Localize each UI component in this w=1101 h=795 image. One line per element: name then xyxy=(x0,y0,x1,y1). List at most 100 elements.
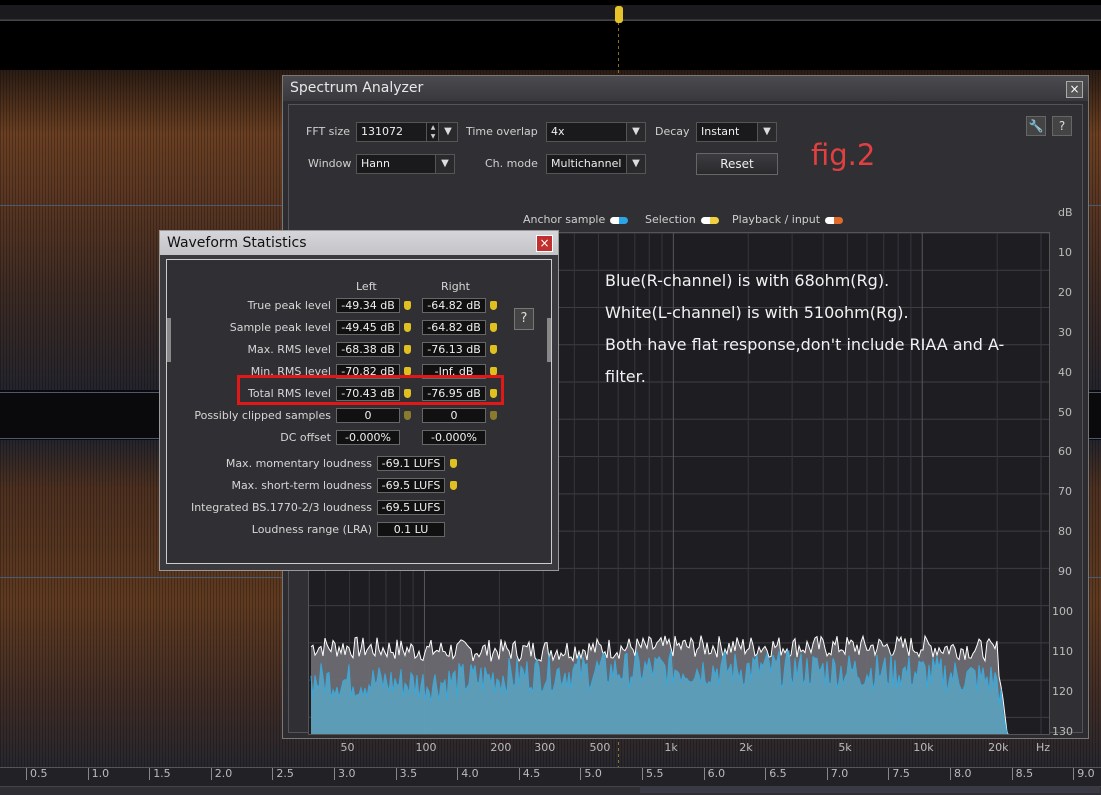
x-tick-label: 100 xyxy=(415,741,437,754)
marker-icon[interactable] xyxy=(490,411,497,420)
x-tick-label: 5k xyxy=(838,741,852,754)
y-tick-label: 120 xyxy=(1052,684,1073,698)
playhead-handle[interactable] xyxy=(615,6,623,23)
x-tick-label: 20k xyxy=(988,741,1009,754)
fft-size-select[interactable]: 131072 ▲ ▼ ▼ xyxy=(356,122,458,142)
loudness-row-label: Max. short-term loudness xyxy=(231,479,372,492)
y-tick-label: 110 xyxy=(1052,644,1073,658)
x-tick-label: 2k xyxy=(739,741,753,754)
ruler-divider xyxy=(0,20,1101,21)
spectrum-close-button[interactable]: × xyxy=(1066,81,1083,98)
marker-icon[interactable] xyxy=(490,345,497,354)
legend-playback: Playback / input xyxy=(732,213,844,226)
time-tick-label: 1.0 xyxy=(87,768,109,780)
marker-icon[interactable] xyxy=(450,481,457,490)
selection-color-swatch xyxy=(700,216,719,224)
stats-left-value: -68.38 dB xyxy=(336,342,400,357)
annotation-line: White(L-channel) is with 510ohm(Rg). xyxy=(605,303,909,322)
y-tick-label: 130 xyxy=(1052,724,1073,738)
time-tick-label: 7.0 xyxy=(826,768,848,780)
stats-row-label: DC offset xyxy=(280,431,331,444)
stats-row-label: True peak level xyxy=(247,299,331,312)
chevron-down-icon[interactable]: ▼ xyxy=(626,123,645,141)
right-column-header: Right xyxy=(441,280,470,293)
time-tick-label: 2.0 xyxy=(210,768,232,780)
chevron-down-icon[interactable]: ▼ xyxy=(438,123,457,141)
highlight-annotation xyxy=(237,375,504,405)
reset-button[interactable]: Reset xyxy=(696,153,778,175)
x-tick-label: 300 xyxy=(534,741,556,754)
loudness-row-label: Max. momentary loudness xyxy=(225,457,372,470)
wrench-icon[interactable]: 🔧 xyxy=(1026,116,1046,136)
stats-left-value: -49.45 dB xyxy=(336,320,400,335)
annotation-line: Both have flat response,don't include RI… xyxy=(605,335,1005,386)
loudness-value: 0.1 LU xyxy=(377,522,445,537)
marker-icon[interactable] xyxy=(450,459,457,468)
time-overlap-value: 4x xyxy=(551,125,565,138)
time-tick-label: 4.0 xyxy=(457,768,479,780)
time-tick-label: 9.0 xyxy=(1073,768,1095,780)
help-button[interactable]: ? xyxy=(1052,116,1072,136)
chevron-down-icon[interactable]: ▼ xyxy=(757,123,776,141)
y-tick-label: 100 xyxy=(1052,605,1073,618)
stats-row-label: Max. RMS level xyxy=(247,343,331,356)
resize-handle-right[interactable] xyxy=(547,318,551,362)
stats-right-value: -0.000% xyxy=(422,430,486,445)
time-tick-label: 6.0 xyxy=(703,768,725,780)
marker-icon[interactable] xyxy=(490,301,497,310)
window-select[interactable]: Hann ▼ xyxy=(356,154,455,174)
ch-mode-value: Multichannel xyxy=(551,157,622,170)
marker-icon[interactable] xyxy=(404,301,411,310)
figure-label: fig.2 xyxy=(811,138,876,172)
time-tick-label: 3.0 xyxy=(334,768,356,780)
anchor-color-swatch xyxy=(610,216,629,224)
y-tick-label: 60 xyxy=(1058,445,1072,459)
time-tick-label: 8.5 xyxy=(1011,768,1033,780)
stats-titlebar[interactable]: Waveform Statistics × xyxy=(160,231,558,255)
stats-row-label: Possibly clipped samples xyxy=(194,409,331,422)
chevron-down-icon[interactable]: ▼ xyxy=(626,155,645,173)
marker-icon[interactable] xyxy=(404,345,411,354)
marker-icon[interactable] xyxy=(490,323,497,332)
time-tick-label: 8.0 xyxy=(950,768,972,780)
marker-icon[interactable] xyxy=(404,323,411,332)
x-tick-label: 500 xyxy=(589,741,611,754)
legend-selection-label: Selection xyxy=(645,213,696,226)
loudness-value: -69.5 LUFS xyxy=(377,478,445,493)
loudness-row-label: Integrated BS.1770-2/3 loudness xyxy=(190,501,372,514)
x-tick-label: 50 xyxy=(340,741,355,754)
stats-left-value: -49.34 dB xyxy=(336,298,400,313)
time-tick-label: 1.5 xyxy=(149,768,171,780)
time-tick-label: 7.5 xyxy=(888,768,910,780)
x-tick-label: 200 xyxy=(490,741,512,754)
stats-close-button[interactable]: × xyxy=(536,235,553,252)
time-tick-label: 4.5 xyxy=(518,768,540,780)
ch-mode-select[interactable]: Multichannel ▼ xyxy=(546,154,646,174)
left-column-header: Left xyxy=(356,280,377,293)
stats-left-value: 0 xyxy=(336,408,400,423)
stats-help-button[interactable]: ? xyxy=(514,308,534,330)
stats-panel: Left Right ? True peak level -49.34 dB -64… xyxy=(166,259,552,564)
decay-select[interactable]: Instant ▼ xyxy=(696,122,777,142)
time-tick-label: 0.5 xyxy=(26,768,48,780)
time-tick-label: 5.5 xyxy=(642,768,664,780)
legend-anchor-label: Anchor sample xyxy=(523,213,606,226)
time-overlap-select[interactable]: 4x ▼ xyxy=(546,122,646,142)
stats-right-value: -64.82 dB xyxy=(422,298,486,313)
decay-label: Decay xyxy=(655,125,690,138)
status-toolbar[interactable] xyxy=(640,786,1100,793)
loudness-value: -69.5 LUFS xyxy=(377,500,445,515)
stats-title: Waveform Statistics xyxy=(167,235,307,251)
window-label: Window xyxy=(308,157,352,170)
spectrum-titlebar[interactable]: Spectrum Analyzer × xyxy=(283,76,1088,101)
legend-selection: Selection xyxy=(645,213,719,226)
ch-mode-label: Ch. mode xyxy=(485,157,538,170)
chevron-down-icon[interactable]: ▼ xyxy=(435,155,454,173)
time-tick-label: 5.0 xyxy=(580,768,602,780)
decay-value: Instant xyxy=(701,125,740,138)
fft-size-value: 131072 xyxy=(361,125,403,138)
annotation-line: Blue(R-channel) is with 68ohm(Rg). xyxy=(605,271,890,290)
marker-icon[interactable] xyxy=(404,411,411,420)
y-tick-label: dB xyxy=(1058,206,1073,219)
y-tick-label: 10 xyxy=(1058,245,1072,259)
